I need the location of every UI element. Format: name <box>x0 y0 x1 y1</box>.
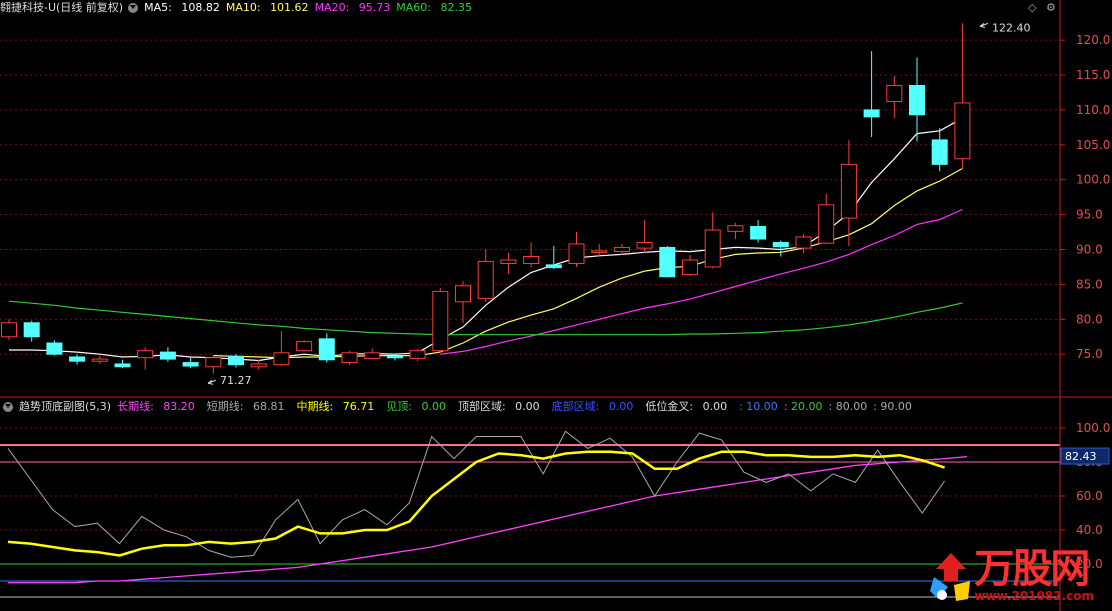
price-annotation: 122.40 <box>979 21 1031 34</box>
candle <box>46 340 63 356</box>
indicator-line <box>7 430 946 558</box>
candle <box>659 246 676 278</box>
svg-text:122.40: 122.40 <box>992 21 1031 34</box>
mid-line-label: 中期线: 76.71 <box>296 400 375 413</box>
candle <box>1 319 17 341</box>
candle <box>750 220 767 243</box>
ma20-label: MA20: 95.73 <box>314 1 391 14</box>
y-tick-label: 90.0 <box>1076 243 1103 257</box>
candle <box>114 359 131 369</box>
diamond-icon[interactable]: ◇ <box>1028 1 1036 14</box>
candle <box>682 255 698 277</box>
top-zone-label: 顶部区域: 0.00 <box>457 400 540 413</box>
candle <box>432 287 449 353</box>
candle <box>863 51 880 138</box>
gold-cross-label: 低位金叉: 0.00 <box>645 400 728 413</box>
y-tick-label: 40.0 <box>1076 523 1103 537</box>
candle <box>296 340 313 352</box>
candle <box>886 75 903 119</box>
long-line-label: 长期线: 83.20 <box>117 400 195 413</box>
watermark-url: www.201082.com <box>974 589 1094 603</box>
sub-grid <box>0 427 1060 565</box>
y-tick-label: 110.0 <box>1076 103 1110 117</box>
main-header: 翱捷科技-U(日线 前复权) MA5: 108.82 MA10: 101.62 … <box>0 0 478 16</box>
candlesticks <box>1 23 971 374</box>
price-axis: 75.0 80.0 85.0 90.0 95.0 100.0 105.0 110.0 115.0… <box>0 0 1112 611</box>
candle <box>159 347 176 362</box>
candle <box>318 333 335 363</box>
logo-mark-icon <box>930 553 971 601</box>
price-annotation: 71.27 <box>207 374 252 387</box>
ma20-line <box>440 208 963 355</box>
candle <box>954 23 971 170</box>
candle <box>228 354 244 368</box>
candle <box>818 193 835 244</box>
svg-text:71.27: 71.27 <box>220 374 252 387</box>
candle <box>364 348 381 359</box>
ma60-line <box>8 300 963 336</box>
gear-icon[interactable]: ⚙ <box>1046 1 1056 14</box>
candle <box>205 354 222 374</box>
candle <box>704 212 721 269</box>
y-tick-label: 120.0 <box>1076 33 1110 47</box>
level-90-label: : 90.00 <box>873 400 912 413</box>
short-line-label: 短期线: 68.81 <box>206 400 285 413</box>
candle <box>636 220 653 253</box>
candle <box>727 222 744 240</box>
candle <box>931 128 948 172</box>
indicator-lines <box>0 430 1060 598</box>
bottom-zone-label: 底部区域: 0.00 <box>551 400 634 413</box>
sub-header: 趋势顶底副图(5,3) 长期线: 83.20 短期线: 68.81 中期线: 7… <box>0 399 918 415</box>
stock-title[interactable]: 翱捷科技-U(日线 前复权) <box>0 0 123 16</box>
candle <box>840 139 857 247</box>
y-tick-label: 80.0 <box>1076 312 1103 326</box>
annotations: 122.40 71.27 82.43 <box>207 21 1110 465</box>
ma5-label: MA5: 108.82 <box>144 1 220 14</box>
candle <box>137 347 154 370</box>
indicator-title[interactable]: 趋势顶底副图(5,3) <box>19 399 111 415</box>
y-tick-label: 105.0 <box>1076 138 1110 152</box>
watermark-text: 万股网 <box>974 546 1090 592</box>
candle <box>69 354 86 365</box>
candle <box>477 249 494 302</box>
y-tick-label: 95.0 <box>1076 208 1103 222</box>
dropdown-icon[interactable] <box>3 402 13 412</box>
top-label: 见顶: 0.00 <box>386 400 446 413</box>
candle <box>523 242 540 267</box>
y-tick-label: 60.0 <box>1076 489 1103 503</box>
y-tick-label: 85.0 <box>1076 277 1103 291</box>
ma10-label: MA10: 101.62 <box>225 1 309 14</box>
y-tick-label: 75.0 <box>1076 347 1103 361</box>
indicator-line <box>7 450 945 557</box>
candle <box>795 234 812 253</box>
candle <box>409 348 426 362</box>
watermark-logo: 万股网 www.201082.com <box>928 549 1094 603</box>
candle <box>250 359 267 370</box>
candle <box>568 232 585 267</box>
ma60-label: MA60: 82.35 <box>396 1 472 14</box>
dropdown-icon[interactable] <box>128 3 139 13</box>
y-tick-label: 100.0 <box>1076 173 1110 187</box>
current-value-tag: 82.43 <box>1060 447 1110 465</box>
level-20-label: : 20.00 <box>783 400 823 413</box>
candle <box>455 280 471 323</box>
candle <box>91 355 108 364</box>
candle <box>182 356 199 369</box>
candle <box>341 350 358 365</box>
y-tick-label: 115.0 <box>1076 68 1110 82</box>
candle <box>591 243 608 257</box>
stock-chart: 75.0 80.0 85.0 90.0 95.0 100.0 105.0 110.0 115.0… <box>0 0 1112 611</box>
level-80-label: : 80.00 <box>828 400 868 413</box>
y-tick-label: 100.0 <box>1076 421 1110 435</box>
candle <box>273 331 290 367</box>
candle <box>909 57 925 142</box>
svg-text:82.43: 82.43 <box>1065 450 1097 463</box>
candle <box>545 246 562 270</box>
candle <box>500 252 517 274</box>
level-10-label: : 10.00 <box>739 400 778 413</box>
candle <box>23 320 40 342</box>
